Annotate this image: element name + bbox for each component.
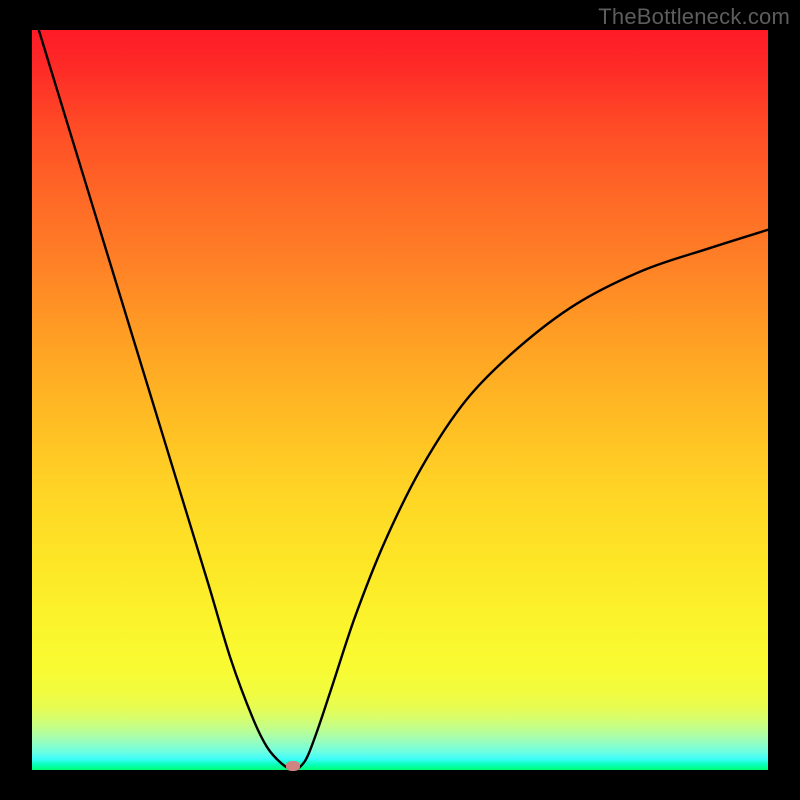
plot-area [32, 30, 768, 770]
bottleneck-curve [32, 30, 768, 770]
watermark-text: TheBottleneck.com [598, 4, 790, 30]
optimum-marker [286, 761, 300, 771]
chart-frame: TheBottleneck.com [0, 0, 800, 800]
